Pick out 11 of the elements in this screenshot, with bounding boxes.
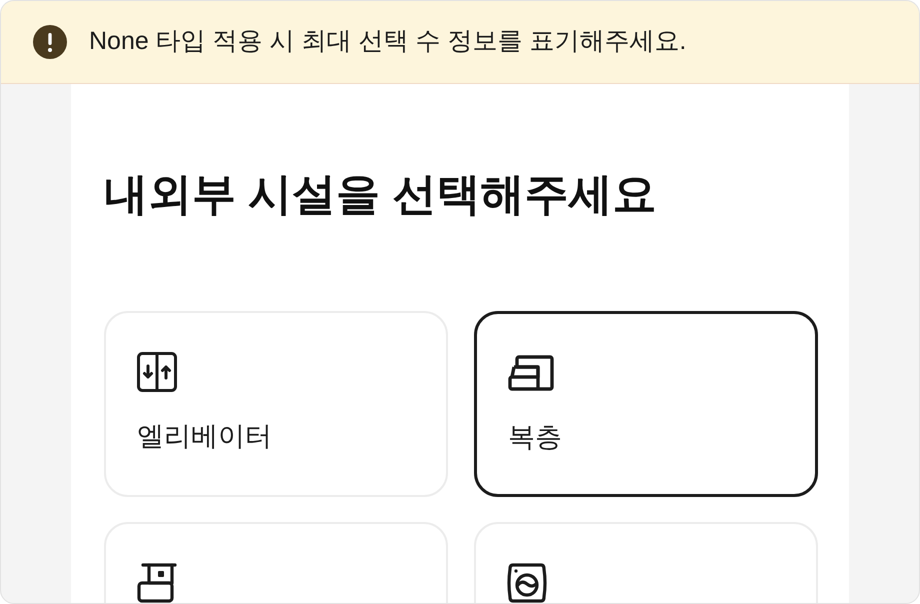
facility-card[interactable]: 엘리베이터 (104, 311, 448, 497)
warning-text: None 타입 적용 시 최대 선택 수 정보를 표기해주세요. (89, 26, 686, 58)
washing-machine-icon (507, 563, 547, 603)
stairs-icon (508, 355, 554, 391)
counter-icon (137, 563, 177, 603)
warning-icon (33, 25, 67, 59)
facility-card[interactable]: 복층 (474, 311, 818, 497)
facility-label: 복층 (508, 421, 562, 454)
facility-label: 엘리베이터 (137, 420, 272, 453)
elevator-icon (137, 352, 177, 392)
page-heading: 내외부 시설을 선택해주세요 (104, 169, 658, 221)
